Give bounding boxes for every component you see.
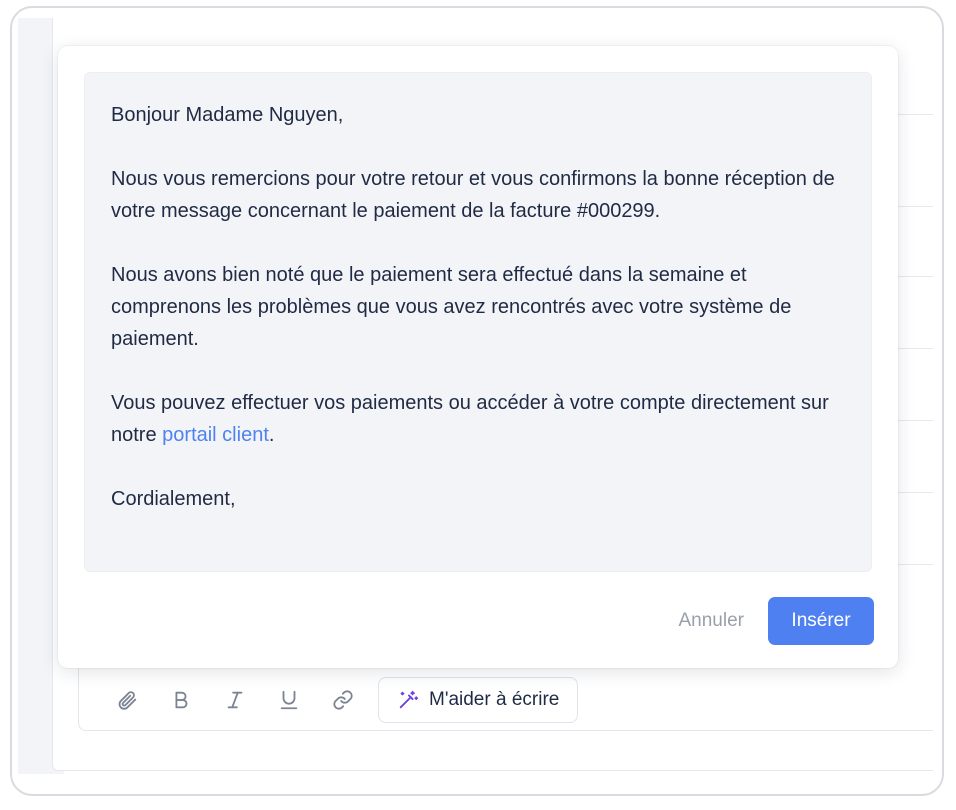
divider [893, 492, 933, 493]
divider [893, 564, 933, 565]
cancel-button[interactable]: Annuler [679, 610, 745, 632]
help-me-write-label: M'aider à écrire [429, 689, 560, 710]
divider [893, 420, 933, 421]
divider [893, 348, 933, 349]
paragraph-3-end: . [268, 424, 275, 446]
italic-icon [227, 691, 243, 709]
italic-button[interactable] [208, 676, 262, 724]
divider [893, 276, 933, 277]
attach-button[interactable] [100, 676, 154, 724]
paragraph-2: Nous avons bien noté que le paiement ser… [111, 264, 792, 350]
link-button[interactable] [316, 676, 370, 724]
paperclip-icon [118, 691, 137, 710]
dialog-actions: Annuler Insérer [679, 597, 874, 645]
divider [893, 206, 933, 207]
suggested-message: Bonjour Madame Nguyen, Nous vous remerci… [84, 72, 872, 572]
formatting-toolbar: M'aider à écrire [100, 676, 579, 724]
greeting-text: Bonjour Madame Nguyen, [111, 104, 344, 126]
magic-wand-icon [399, 690, 419, 709]
link-icon [333, 690, 353, 710]
help-me-write-button[interactable]: M'aider à écrire [378, 677, 579, 723]
insert-button[interactable]: Insérer [768, 597, 874, 645]
paragraph-3: Vous pouvez effectuer vos paiements ou a… [111, 387, 845, 451]
bold-button[interactable] [154, 676, 208, 724]
paragraph-1: Nous vous remercions pour votre retour e… [111, 168, 835, 222]
customer-portal-link[interactable]: portail client [162, 424, 269, 446]
closing-text: Cordialement, [111, 488, 236, 510]
ai-suggestion-dialog: Bonjour Madame Nguyen, Nous vous remerci… [58, 46, 898, 668]
underline-button[interactable] [262, 676, 316, 724]
underline-icon [280, 690, 298, 710]
divider [893, 114, 933, 115]
bold-icon [175, 691, 188, 709]
